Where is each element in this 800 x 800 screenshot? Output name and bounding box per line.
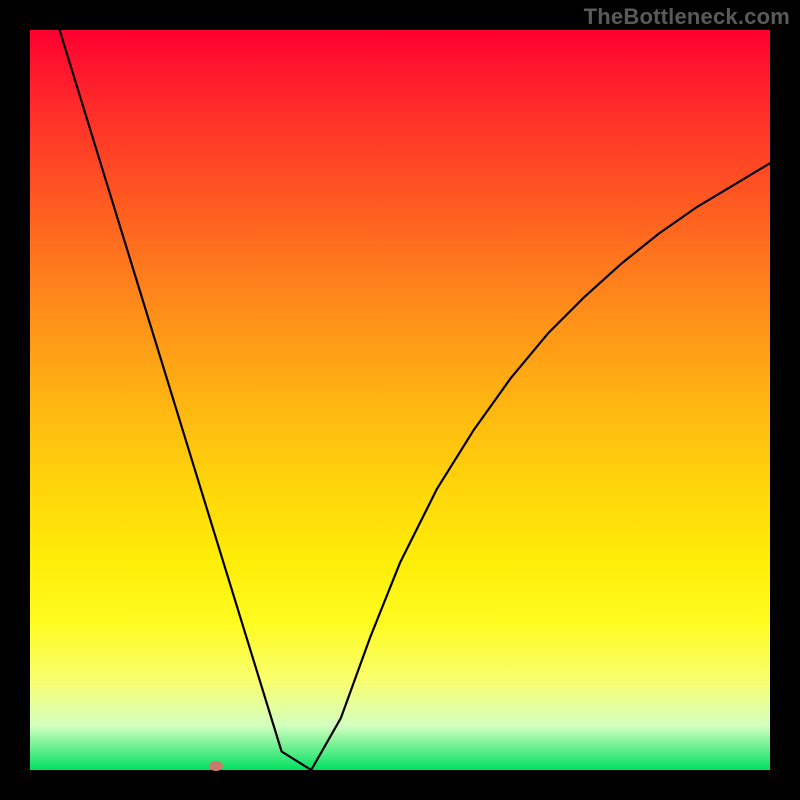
chart-frame: TheBottleneck.com (0, 0, 800, 800)
bottleneck-curve (30, 30, 770, 770)
plot-area (30, 30, 770, 770)
watermark-text: TheBottleneck.com (584, 4, 790, 30)
